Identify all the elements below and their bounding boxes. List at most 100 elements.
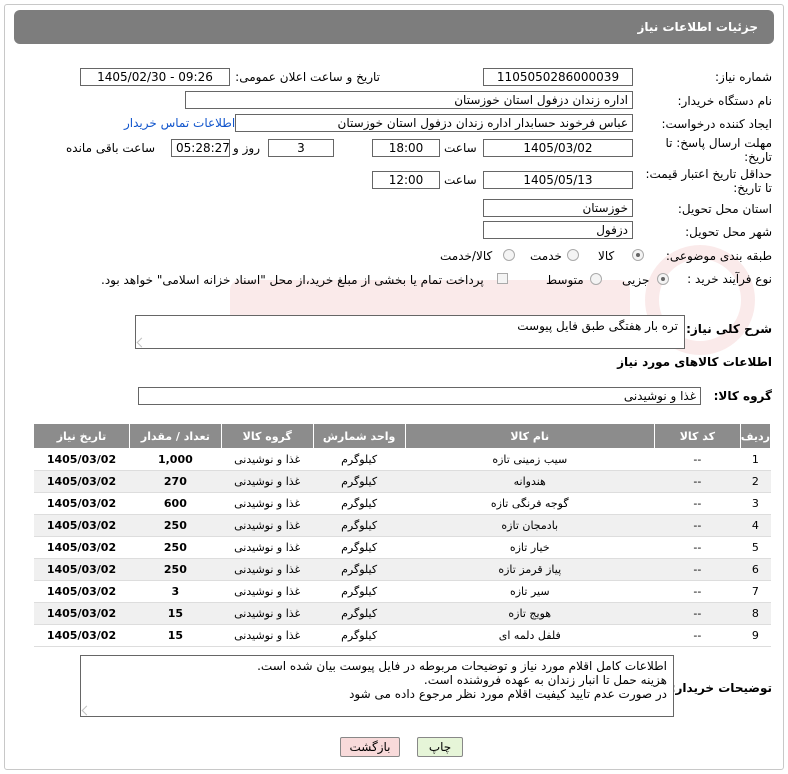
deadline-time-label: ساعت [444, 141, 477, 155]
table-row: 8 -- هویج تازه کیلوگرم غذا و نوشیدنی 15 … [33, 602, 771, 625]
table-row: 4 -- بادمجان تازه کیلوگرم غذا و نوشیدنی … [33, 514, 771, 537]
table-row: 2 -- هندوانه کیلوگرم غذا و نوشیدنی 270 1… [33, 470, 771, 493]
validity-time-label: ساعت [444, 173, 477, 187]
days-field: 3 [268, 139, 334, 157]
cell-row-no: 4 [740, 514, 771, 537]
cell-code: -- [654, 492, 741, 515]
cell-unit: کیلوگرم [313, 580, 406, 603]
cell-group: غذا و نوشیدنی [221, 580, 314, 603]
category-radio-goods-service[interactable] [503, 249, 515, 261]
cell-code: -- [654, 580, 741, 603]
cell-date: 1405/03/02 [33, 448, 130, 471]
cell-code: -- [654, 536, 741, 559]
announce-label: تاریخ و ساعت اعلان عمومی: [235, 70, 380, 84]
cell-qty: 15 [129, 602, 222, 625]
cell-row-no: 9 [740, 624, 771, 647]
cell-unit: کیلوگرم [313, 514, 406, 537]
cell-date: 1405/03/02 [33, 602, 130, 625]
back-button[interactable]: بازگشت [340, 737, 400, 757]
validity-label-2: تا تاریخ: [733, 181, 772, 195]
summary-label: شرح کلی نیاز: [686, 322, 772, 336]
cell-name: بادمجان تازه [405, 514, 655, 537]
goods-group-label: گروه کالا: [713, 389, 772, 403]
city-label: شهر محل تحویل: [685, 225, 772, 239]
buyer-contact-link[interactable]: اطلاعات تماس خریدار [124, 116, 235, 130]
cell-code: -- [654, 558, 741, 581]
category-option-service: خدمت [530, 249, 562, 263]
category-label: طبقه بندی موضوعی: [665, 249, 772, 263]
goods-section-title: اطلاعات کالاهای مورد نیاز [617, 355, 772, 369]
table-row: 3 -- گوجه فرنگی تازه کیلوگرم غذا و نوشید… [33, 492, 771, 515]
cell-row-no: 1 [740, 448, 771, 471]
table-row: 6 -- پیاز قرمز تازه کیلوگرم غذا و نوشیدن… [33, 558, 771, 581]
days-label: روز و [233, 141, 260, 155]
creator-field: عباس فرخوند حسابدار اداره زندان دزفول اس… [235, 114, 633, 132]
cell-qty: 250 [129, 514, 222, 537]
remaining-time-field: 05:28:27 [171, 139, 230, 157]
province-field: خوزستان [483, 199, 633, 217]
print-button[interactable]: چاپ [417, 737, 463, 757]
deadline-time-field: 18:00 [372, 139, 440, 157]
creator-label: ایجاد کننده درخواست: [661, 117, 772, 131]
col-qty: تعداد / مقدار [128, 423, 222, 449]
cell-qty: 600 [129, 492, 222, 515]
table-row: 1 -- سیب زمینی تازه کیلوگرم غذا و نوشیدن… [33, 448, 771, 471]
col-code: کد کالا [653, 423, 741, 449]
cell-group: غذا و نوشیدنی [221, 536, 314, 559]
cell-qty: 250 [129, 558, 222, 581]
col-row-no: ردیف [739, 423, 772, 449]
cell-row-no: 6 [740, 558, 771, 581]
cell-qty: 1,000 [129, 448, 222, 471]
need-number-label: شماره نیاز: [715, 70, 772, 84]
cell-unit: کیلوگرم [313, 536, 406, 559]
cell-name: خیار تازه [405, 536, 655, 559]
cell-row-no: 5 [740, 536, 771, 559]
cell-qty: 250 [129, 536, 222, 559]
remaining-label: ساعت باقی مانده [66, 141, 156, 155]
cell-name: فلفل دلمه ای [405, 624, 655, 647]
cell-unit: کیلوگرم [313, 470, 406, 493]
cell-name: پیاز قرمز تازه [405, 558, 655, 581]
need-number-field: 1105050286000039 [483, 68, 633, 86]
cell-row-no: 8 [740, 602, 771, 625]
validity-label-1: حداقل تاریخ اعتبار قیمت: [645, 167, 772, 181]
cell-unit: کیلوگرم [313, 492, 406, 515]
cell-qty: 270 [129, 470, 222, 493]
category-radio-service[interactable] [567, 249, 579, 261]
validity-date-field: 1405/05/13 [483, 171, 633, 189]
cell-row-no: 2 [740, 470, 771, 493]
cell-name: سیر تازه [405, 580, 655, 603]
resize-grip-icon[interactable] [136, 337, 147, 348]
deadline-date-field: 1405/03/02 [483, 139, 633, 157]
goods-table-header: ردیف کد کالا نام کالا واحد شمارش گروه کا… [33, 423, 772, 449]
category-radio-goods[interactable] [632, 249, 644, 261]
process-option-minor: جزیی [622, 273, 650, 287]
cell-unit: کیلوگرم [313, 602, 406, 625]
buyer-notes-line: اطلاعات کامل اقلام مورد نیاز و توضیحات م… [257, 659, 667, 673]
cell-name: هندوانه [405, 470, 655, 493]
buyer-notes-line: در صورت عدم تایید کیفیت اقلام مورد نظر م… [349, 687, 667, 701]
cell-date: 1405/03/02 [33, 624, 130, 647]
treasury-payment-checkbox[interactable] [497, 273, 508, 284]
cell-date: 1405/03/02 [33, 536, 130, 559]
cell-unit: کیلوگرم [313, 558, 406, 581]
cell-group: غذا و نوشیدنی [221, 624, 314, 647]
deadline-label-2: تاریخ: [744, 150, 772, 164]
cell-qty: 15 [129, 624, 222, 647]
cell-code: -- [654, 470, 741, 493]
resize-grip-icon[interactable] [81, 705, 92, 716]
category-option-goods: کالا [598, 249, 615, 263]
goods-group-field: غذا و نوشیدنی [138, 387, 701, 405]
cell-group: غذا و نوشیدنی [221, 514, 314, 537]
cell-name: سیب زمینی تازه [405, 448, 655, 471]
province-label: استان محل تحویل: [677, 202, 772, 216]
process-radio-minor[interactable] [657, 273, 669, 285]
goods-table: ردیف کد کالا نام کالا واحد شمارش گروه کا… [33, 423, 772, 647]
col-unit: واحد شمارش [312, 423, 406, 449]
cell-date: 1405/03/02 [33, 558, 130, 581]
cell-date: 1405/03/02 [33, 492, 130, 515]
process-radio-medium[interactable] [590, 273, 602, 285]
summary-text: تره بار هفتگی طبق فایل پیوست [517, 319, 678, 333]
buyer-notes-line: هزینه حمل تا انبار زندان به عهده فروشنده… [423, 673, 667, 687]
cell-name: گوجه فرنگی تازه [405, 492, 655, 515]
